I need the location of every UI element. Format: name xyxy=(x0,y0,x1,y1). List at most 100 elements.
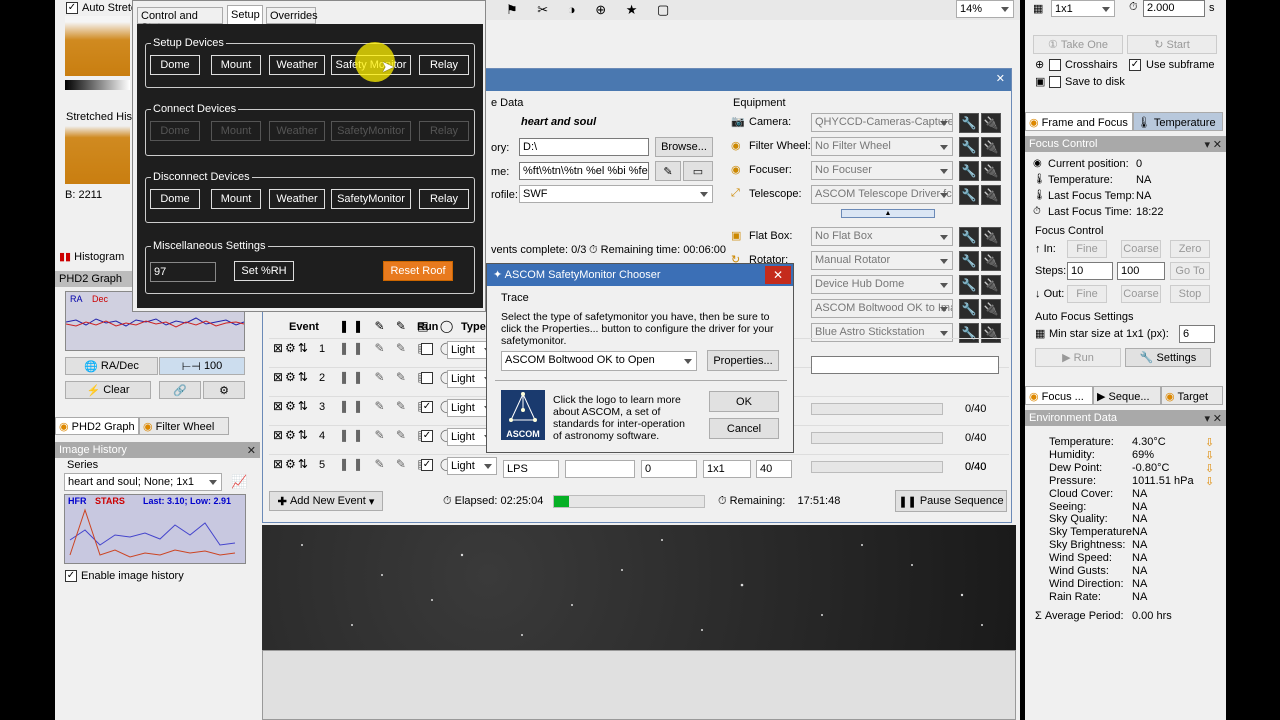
histogram-tab[interactable]: ▮▮ Histogram xyxy=(59,250,124,263)
connect-dome-button[interactable]: Dome xyxy=(150,121,200,141)
phd2-tab[interactable]: ◉ PHD2 Graph xyxy=(55,417,139,435)
row-tools-icon[interactable]: ⊠⚙⇅ xyxy=(273,399,310,413)
disconnect-mount-button[interactable]: Mount xyxy=(211,189,261,209)
row-icons[interactable]: ❚❚ ✎ ✎ ▤ ◯ xyxy=(339,428,457,442)
browse-button[interactable]: Browse... xyxy=(655,137,713,157)
connect-safety-monitor-button[interactable]: SafetyMonitor xyxy=(331,121,411,141)
equipment-select[interactable]: No Flat Box xyxy=(811,227,953,246)
equipment-select[interactable]: Manual Rotator xyxy=(811,251,953,270)
steps-input-2[interactable]: 100 xyxy=(1117,262,1165,280)
filter-select-5[interactable]: LPS xyxy=(503,460,559,478)
connect-icon[interactable]: 🔌 xyxy=(981,185,1001,205)
ok-button[interactable]: OK xyxy=(709,391,779,412)
scale-button[interactable]: ⊢⊣ 100 xyxy=(159,357,245,375)
equipment-select[interactable]: ASCOM Telescope Driver fc xyxy=(811,185,953,204)
dir-input[interactable]: D:\ xyxy=(519,138,649,156)
blank-select-5[interactable] xyxy=(565,460,635,478)
binning-select-5[interactable]: 1x1 xyxy=(703,460,751,478)
connect-icon[interactable]: 🔌 xyxy=(981,113,1001,133)
run-checkbox[interactable] xyxy=(421,343,433,355)
equipment-select[interactable]: No Filter Wheel xyxy=(811,137,953,156)
settings-button[interactable]: ⚙ xyxy=(203,381,245,399)
out-fine-button[interactable]: Fine xyxy=(1067,285,1107,303)
ascom-logo[interactable]: ASCOM xyxy=(501,390,545,440)
tab-frame-focus[interactable]: ◉ Frame and Focus xyxy=(1025,112,1133,131)
clear-button[interactable]: ⚡ Clear xyxy=(65,381,151,399)
equipment-select[interactable]: No Focuser xyxy=(811,161,953,180)
setup-mount-button[interactable]: Mount xyxy=(211,55,261,75)
auto-stretch-checkbox[interactable]: ✓ xyxy=(66,2,78,14)
pick-button[interactable]: ✎ xyxy=(655,161,681,181)
connect-weather-button[interactable]: Weather xyxy=(269,121,325,141)
binning-select[interactable]: 1x1 xyxy=(1051,0,1115,17)
setup-relay-button[interactable]: Relay xyxy=(419,55,469,75)
run-checkbox[interactable]: ✓ xyxy=(421,459,433,471)
enable-history-checkbox[interactable]: ✓ xyxy=(65,570,77,582)
run-checkbox[interactable]: ✓ xyxy=(421,430,433,442)
pin-icon[interactable]: ▾ xyxy=(1204,138,1210,151)
take-one-button[interactable]: ① Take One xyxy=(1033,35,1123,54)
in-fine-button[interactable]: Fine xyxy=(1067,240,1107,258)
row-tools-icon[interactable]: ⊠⚙⇅ xyxy=(273,370,310,384)
disconnect-dome-button[interactable]: Dome xyxy=(150,189,200,209)
stop-button[interactable]: Stop xyxy=(1170,285,1210,303)
zero-button[interactable]: Zero xyxy=(1170,240,1210,258)
add-event-button[interactable]: ✚ Add New Event ▾ xyxy=(269,491,383,511)
wrench-icon[interactable]: 🔧 xyxy=(959,227,979,247)
connect-icon[interactable]: 🔌 xyxy=(981,251,1001,271)
wrench-icon[interactable]: 🔧 xyxy=(959,251,979,271)
tab-target[interactable]: ◉ Target ... xyxy=(1161,386,1223,415)
driver-select[interactable]: ASCOM Boltwood OK to Open xyxy=(501,351,697,371)
connect-mount-button[interactable]: Mount xyxy=(211,121,261,141)
tab-focus[interactable]: ◉ Focus ... xyxy=(1025,386,1093,405)
exposure-input[interactable]: 2.000 xyxy=(1143,0,1205,17)
row-tools-icon[interactable]: ⊠⚙⇅ xyxy=(273,428,310,442)
equipment-select[interactable]: QHYCCD-Cameras-Capture xyxy=(811,113,953,132)
cancel-button[interactable]: Cancel xyxy=(709,418,779,439)
trace-menu[interactable]: Trace xyxy=(501,292,529,304)
run-checkbox[interactable] xyxy=(421,372,433,384)
set-rh-button[interactable]: Set %RH xyxy=(234,261,294,281)
tab-setup[interactable]: Setup xyxy=(227,5,263,24)
rh-stepper[interactable]: 97 xyxy=(150,262,216,282)
row-icons[interactable]: ❚❚ ✎ ✎ ▤ ◯ xyxy=(339,399,457,413)
steps-input[interactable]: 10 xyxy=(1067,262,1113,280)
crosshairs-checkbox[interactable] xyxy=(1049,59,1061,71)
focus-settings-button[interactable]: 🔧 Settings xyxy=(1125,348,1211,367)
tab-temperature[interactable]: 🌡 Temperature xyxy=(1133,112,1223,131)
row-icons[interactable]: ❚❚ ✎ ✎ ▤ ◯ xyxy=(339,341,457,355)
in-coarse-button[interactable]: Coarse xyxy=(1121,240,1161,258)
connect-icon[interactable]: 🔌 xyxy=(981,161,1001,181)
stretch-slider[interactable] xyxy=(65,80,130,90)
chooser-close-button[interactable]: ✕ xyxy=(765,266,791,284)
save-to-disk-checkbox[interactable] xyxy=(1049,76,1061,88)
wrench-icon[interactable]: 🔧 xyxy=(959,185,979,205)
exposure-select-5[interactable]: 0 xyxy=(641,460,697,478)
disconnect-safety-monitor-button[interactable]: SafetyMonitor xyxy=(331,189,411,209)
row-tools-icon[interactable]: ⊠⚙⇅ xyxy=(273,341,310,355)
connect-icon[interactable]: 🔌 xyxy=(981,275,1001,295)
close-icon[interactable]: ✕ xyxy=(247,444,256,457)
run-checkbox[interactable]: ✓ xyxy=(421,401,433,413)
collapse-bar[interactable]: ▲ xyxy=(841,209,935,218)
close-icon[interactable]: ✕ xyxy=(996,72,1005,85)
ra-dec-button[interactable]: 🌐 RA/Dec xyxy=(65,357,158,375)
type-select[interactable]: Light xyxy=(447,457,497,475)
use-subframe-checkbox[interactable]: ✓ xyxy=(1129,59,1141,71)
filter-wheel-tab[interactable]: ◉ Filter Wheel xyxy=(139,417,229,435)
wrench-icon[interactable]: 🔧 xyxy=(959,275,979,295)
min-star-input[interactable]: 6 xyxy=(1179,325,1215,343)
close-icon[interactable]: ✕ xyxy=(1213,138,1222,151)
link-button[interactable]: 🔗 xyxy=(159,381,201,399)
equipment-select[interactable]: Device Hub Dome xyxy=(811,275,953,294)
name-input[interactable]: %ft\%tn\%tn %el %bi %fe xyxy=(519,162,649,180)
row-icons[interactable]: ❚❚ ✎ ✎ ▤ ◯ xyxy=(339,370,457,384)
disconnect-relay-button[interactable]: Relay xyxy=(419,189,469,209)
tab-overrides[interactable]: Overrides xyxy=(266,7,318,24)
goto-button[interactable]: Go To xyxy=(1170,262,1210,280)
wrench-icon[interactable]: 🔧 xyxy=(959,137,979,157)
profile-select[interactable]: SWF xyxy=(519,185,713,203)
out-coarse-button[interactable]: Coarse xyxy=(1121,285,1161,303)
zoom-select[interactable]: 14% xyxy=(956,0,1014,18)
close-icon[interactable]: ✕ xyxy=(1213,412,1222,425)
